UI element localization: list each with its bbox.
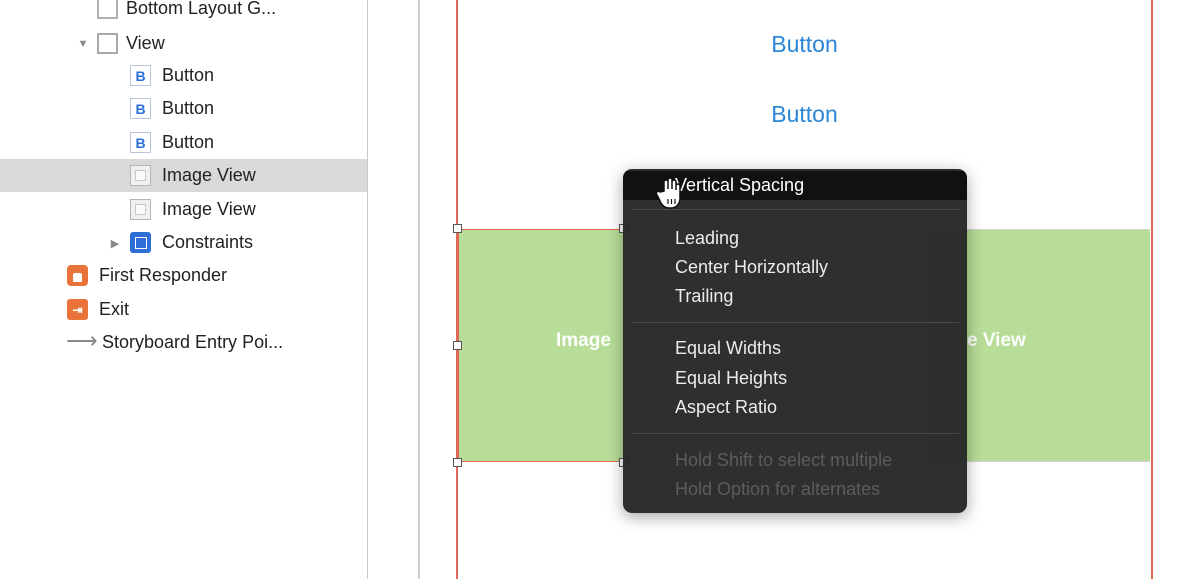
outline-item-button[interactable]: B Button: [0, 92, 367, 125]
image-view-left[interactable]: Image: [458, 229, 624, 462]
constraints-icon: [130, 232, 151, 253]
menu-item-equal-heights[interactable]: Equal Heights: [623, 364, 967, 393]
image-view-icon: [130, 165, 151, 186]
outline-item-exit[interactable]: ⇥ Exit: [0, 293, 367, 326]
menu-separator: [631, 433, 959, 434]
outline-item-label: Exit: [99, 299, 130, 319]
outline-item-image-view-selected[interactable]: Image View: [0, 159, 367, 192]
outline-item-button[interactable]: B Button: [0, 126, 367, 159]
outline-item-label: View: [126, 33, 165, 53]
outline-item-label: Bottom Layout G...: [126, 0, 277, 18]
outline-item-view[interactable]: ▼ View: [0, 27, 367, 60]
menu-separator: [631, 322, 959, 323]
outline-item-first-responder[interactable]: First Responder: [0, 259, 367, 292]
disclosure-triangle-collapsed-icon[interactable]: ▶: [108, 236, 122, 250]
outline-item-constraints[interactable]: ▶ Constraints: [0, 226, 367, 259]
image-view-label: Image: [556, 330, 611, 351]
image-view-icon: [130, 199, 151, 220]
menu-item-leading[interactable]: Leading: [623, 224, 967, 253]
menu-item-center-horizontally[interactable]: Center Horizontally: [623, 253, 967, 282]
menu-item-trailing[interactable]: Trailing: [623, 282, 967, 311]
resize-handle[interactable]: [453, 458, 462, 467]
outline-item-label: Storyboard Entry Poi...: [102, 332, 284, 352]
menu-item-aspect-ratio[interactable]: Aspect Ratio: [623, 393, 967, 422]
outline-item-storyboard-entry-point[interactable]: ⟶ Storyboard Entry Poi...: [0, 326, 367, 359]
image-view-label: e View: [967, 330, 1026, 351]
layout-guide-icon: [97, 0, 118, 19]
menu-item-equal-widths[interactable]: Equal Widths: [623, 334, 967, 363]
button-icon: B: [130, 132, 151, 153]
menu-hint-shift: Hold Shift to select multiple: [675, 450, 893, 470]
document-outline: Bottom Layout G... ▼ View B Button B But…: [0, 0, 368, 579]
canvas-divider: [418, 0, 420, 579]
outline-item-bottom-layout-guide[interactable]: Bottom Layout G...: [0, 0, 367, 25]
exit-icon: ⇥: [67, 299, 88, 320]
outline-item-image-view[interactable]: Image View: [0, 193, 367, 226]
constraint-popup-menu[interactable]: Vertical Spacing Leading Center Horizont…: [623, 169, 967, 513]
outline-item-label: First Responder: [99, 265, 228, 285]
button-icon: B: [130, 98, 151, 119]
resize-handle[interactable]: [453, 224, 462, 233]
outline-item-label: Image View: [162, 199, 256, 219]
outline-item-label: Button: [162, 98, 215, 118]
menu-hint-option: Hold Option for alternates: [675, 479, 881, 499]
arrow-icon: ⟶: [66, 328, 98, 353]
outline-item-label: Button: [162, 65, 215, 85]
view-icon: [97, 33, 118, 54]
disclosure-triangle-expanded-icon[interactable]: ▼: [76, 37, 90, 51]
outline-item-label: Button: [162, 132, 215, 152]
outline-item-label: Constraints: [162, 232, 254, 252]
button-middle[interactable]: Button: [458, 101, 1151, 128]
resize-handle[interactable]: [453, 341, 462, 350]
hand-cursor-icon: [655, 177, 681, 209]
first-responder-icon: [67, 265, 88, 286]
button-icon: B: [130, 65, 151, 86]
outline-item-label: Image View: [162, 165, 256, 185]
button-top[interactable]: Button: [458, 31, 1151, 58]
outline-item-button[interactable]: B Button: [0, 59, 367, 92]
